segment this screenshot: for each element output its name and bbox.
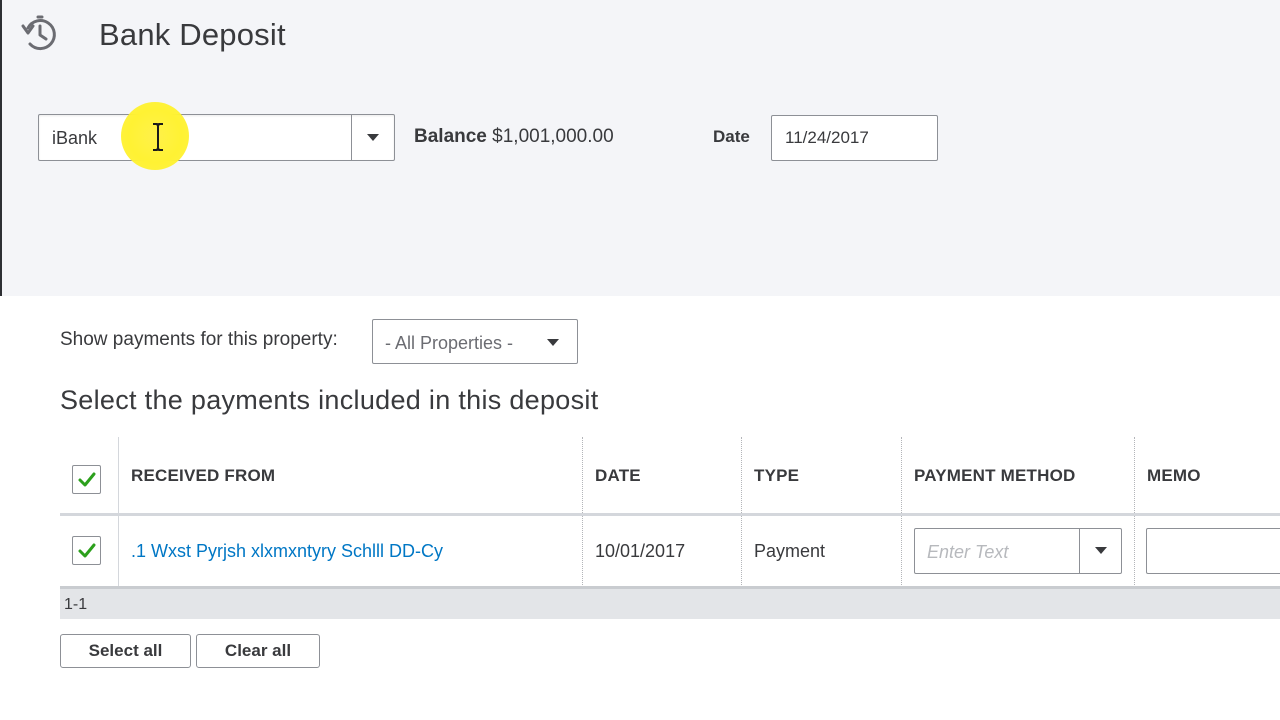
column-header-payment-method[interactable]: PAYMENT METHOD <box>914 466 1075 486</box>
checkmark-icon <box>78 472 96 487</box>
pagination-range: 1-1 <box>64 596 88 613</box>
table-pagination: 1-1 <box>60 588 1280 619</box>
payment-method-input[interactable]: Enter Text <box>914 528 1122 574</box>
balance-value: $1,001,000.00 <box>492 126 614 147</box>
window-edge <box>0 0 2 296</box>
balance-display: Balance $1,001,000.00 <box>414 126 614 148</box>
column-divider <box>741 437 742 587</box>
property-filter-label: Show payments for this property: <box>60 329 338 350</box>
received-from-link[interactable]: .1 Wxst Pyrjsh xlxmxntyry Schlll DD-Cy <box>131 541 443 562</box>
payment-method-toggle[interactable] <box>1079 529 1121 573</box>
header-divider <box>60 513 1280 516</box>
column-header-date[interactable]: DATE <box>595 466 641 486</box>
column-divider <box>582 437 583 587</box>
column-header-memo[interactable]: MEMO <box>1147 466 1201 486</box>
account-select-value: iBank <box>52 128 98 148</box>
property-filter-select[interactable]: - All Properties - <box>372 319 578 364</box>
payment-method-placeholder: Enter Text <box>927 542 1009 562</box>
account-select[interactable]: iBank <box>38 114 395 161</box>
history-icon[interactable] <box>20 14 60 54</box>
chevron-down-icon <box>1095 547 1107 554</box>
date-field[interactable] <box>771 115 938 161</box>
column-header-received-from[interactable]: RECEIVED FROM <box>131 466 275 486</box>
balance-label: Balance <box>414 126 487 147</box>
select-all-button[interactable]: Select all <box>60 634 191 668</box>
page-title: Bank Deposit <box>99 17 286 52</box>
property-filter-value: - All Properties - <box>385 333 514 353</box>
memo-input[interactable] <box>1146 528 1280 574</box>
chevron-down-icon <box>547 339 559 346</box>
checkmark-icon <box>78 543 96 558</box>
clear-all-button[interactable]: Clear all <box>196 634 320 668</box>
section-heading: Select the payments included in this dep… <box>60 385 599 415</box>
column-divider <box>118 437 119 587</box>
chevron-down-icon <box>367 134 379 141</box>
select-all-checkbox[interactable] <box>72 465 101 494</box>
column-divider <box>901 437 902 587</box>
text-cursor-icon <box>153 123 163 151</box>
payment-date: 10/01/2017 <box>595 541 686 561</box>
column-divider <box>1134 437 1135 587</box>
payment-type: Payment <box>754 541 826 561</box>
row-checkbox[interactable] <box>72 536 101 565</box>
date-label: Date <box>713 127 750 146</box>
account-select-toggle[interactable] <box>351 115 394 160</box>
column-header-type[interactable]: TYPE <box>754 466 799 486</box>
